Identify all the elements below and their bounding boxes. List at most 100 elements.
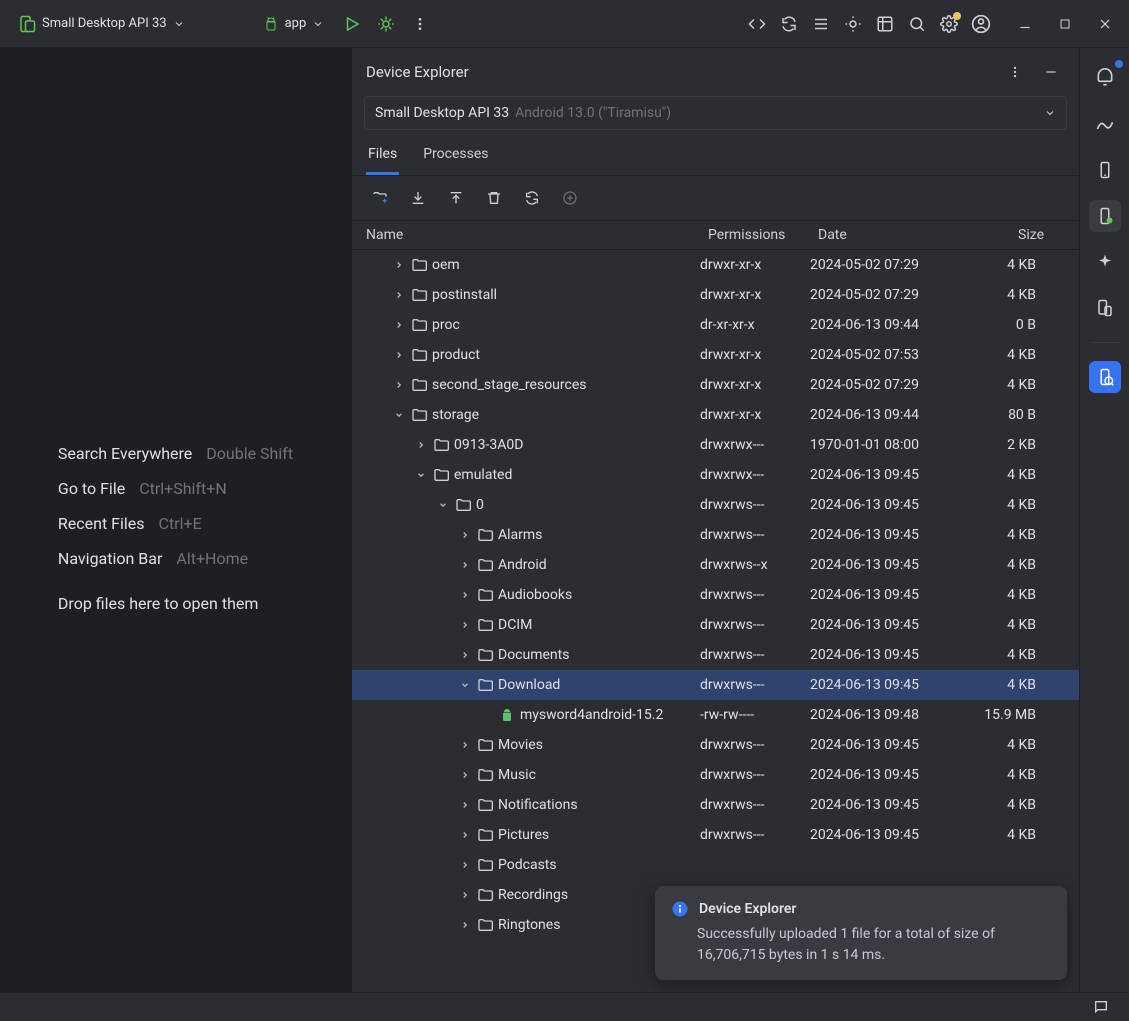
table-row[interactable]: Picturesdrwxrws---2024-06-13 09:454 KB (352, 820, 1079, 850)
table-row[interactable]: Audiobooksdrwxrws---2024-06-13 09:454 KB (352, 580, 1079, 610)
chevron-right-icon[interactable] (458, 560, 472, 570)
chevron-right-icon[interactable] (458, 860, 472, 870)
folder-icon (411, 317, 427, 333)
chevron-right-icon[interactable] (414, 440, 428, 450)
notification-toast[interactable]: Device Explorer Successfully uploaded 1 … (655, 886, 1067, 980)
run-config-selector[interactable]: app (255, 12, 333, 36)
delete-button[interactable] (480, 184, 508, 212)
table-row[interactable]: postinstalldrwxr-xr-x2024-05-02 07:294 K… (352, 280, 1079, 310)
chat-button[interactable] (1087, 993, 1115, 1021)
file-date: 2024-06-13 09:48 (810, 707, 966, 723)
apply-changes-button[interactable] (775, 10, 803, 38)
assistant-button[interactable] (1089, 246, 1121, 278)
maximize-button[interactable] (1051, 10, 1079, 38)
panel-hide-button[interactable] (1037, 58, 1065, 86)
chevron-right-icon[interactable] (458, 650, 472, 660)
file-date: 1970-01-01 08:00 (810, 437, 966, 453)
table-row[interactable]: Musicdrwxrws---2024-06-13 09:454 KB (352, 760, 1079, 790)
table-row[interactable]: oemdrwxr-xr-x2024-05-02 07:294 KB (352, 250, 1079, 280)
table-row[interactable]: Documentsdrwxrws---2024-06-13 09:454 KB (352, 640, 1079, 670)
file-permissions: drwxrws--- (700, 587, 810, 603)
chevron-right-icon[interactable] (392, 380, 406, 390)
chevron-right-icon[interactable] (392, 290, 406, 300)
file-name: Audiobooks (498, 587, 572, 603)
file-size: 4 KB (966, 587, 1052, 603)
chevron-right-icon[interactable] (458, 740, 472, 750)
minimize-button[interactable] (1011, 10, 1039, 38)
new-folder-button[interactable] (366, 184, 394, 212)
table-row[interactable]: procdr-xr-xr-x2024-06-13 09:440 B (352, 310, 1079, 340)
chevron-right-icon[interactable] (458, 890, 472, 900)
table-row[interactable]: DCIMdrwxrws---2024-06-13 09:454 KB (352, 610, 1079, 640)
editor-hint: Go to FileCtrl+Shift+N (58, 479, 293, 498)
sync-button[interactable] (518, 184, 546, 212)
table-row[interactable]: Podcasts (352, 850, 1079, 880)
device-selector[interactable]: Small Desktop API 33 (10, 11, 193, 37)
table-row[interactable]: productdrwxr-xr-x2024-05-02 07:534 KB (352, 340, 1079, 370)
table-row[interactable]: Downloaddrwxrws---2024-06-13 09:454 KB (352, 670, 1079, 700)
file-size: 4 KB (966, 257, 1052, 273)
table-row[interactable]: mysword4android-15.2-rw-rw----2024-06-13… (352, 700, 1079, 730)
table-row[interactable]: 0drwxrws---2024-06-13 09:454 KB (352, 490, 1079, 520)
tab-processes[interactable]: Processes (421, 138, 490, 175)
chevron-right-icon[interactable] (392, 350, 406, 360)
table-row[interactable]: second_stage_resourcesdrwxr-xr-x2024-05-… (352, 370, 1079, 400)
chevron-right-icon[interactable] (458, 830, 472, 840)
running-devices-button[interactable] (1089, 200, 1121, 232)
chevron-right-icon[interactable] (458, 530, 472, 540)
column-header[interactable]: Permissions (708, 227, 818, 243)
profiler-button[interactable] (839, 10, 867, 38)
chevron-down-icon[interactable] (436, 500, 450, 510)
notifications-button[interactable] (1089, 62, 1121, 94)
chevron-down-icon[interactable] (458, 680, 472, 690)
chevron-right-icon[interactable] (392, 260, 406, 270)
attach-debugger-button[interactable] (807, 10, 835, 38)
file-tree[interactable]: oemdrwxr-xr-x2024-05-02 07:294 KBpostins… (352, 250, 1079, 992)
account-button[interactable] (967, 10, 995, 38)
download-button[interactable] (404, 184, 432, 212)
search-button[interactable] (903, 10, 931, 38)
filter-button[interactable] (556, 184, 584, 212)
file-size: 4 KB (966, 737, 1052, 753)
run-button[interactable] (338, 10, 366, 38)
chevron-down-icon[interactable] (392, 410, 406, 420)
panel-options-button[interactable] (1001, 58, 1029, 86)
layout-inspector-button[interactable] (871, 10, 899, 38)
file-permissions: drwxrws--x (700, 557, 810, 573)
hint-shortcut: Alt+Home (176, 549, 248, 568)
chevron-right-icon[interactable] (458, 770, 472, 780)
chevron-down-icon[interactable] (414, 470, 428, 480)
settings-button[interactable] (935, 10, 963, 38)
close-button[interactable] (1091, 10, 1119, 38)
device-dropdown[interactable]: Small Desktop API 33 Android 13.0 ("Tira… (364, 96, 1067, 130)
column-header[interactable]: Date (818, 227, 974, 243)
code-button[interactable] (743, 10, 771, 38)
table-row[interactable]: Moviesdrwxrws---2024-06-13 09:454 KB (352, 730, 1079, 760)
file-permissions: drwxrws--- (700, 767, 810, 783)
device-manager-button[interactable] (1089, 154, 1121, 186)
table-row[interactable]: Alarmsdrwxrws---2024-06-13 09:454 KB (352, 520, 1079, 550)
gradle-button[interactable] (1089, 108, 1121, 140)
chevron-right-icon[interactable] (392, 320, 406, 330)
tab-files[interactable]: Files (366, 138, 399, 175)
upload-button[interactable] (442, 184, 470, 212)
chevron-right-icon[interactable] (458, 920, 472, 930)
file-size: 4 KB (966, 647, 1052, 663)
emulator-button[interactable] (1089, 292, 1121, 324)
table-row[interactable]: Notificationsdrwxrws---2024-06-13 09:454… (352, 790, 1079, 820)
chevron-right-icon[interactable] (458, 800, 472, 810)
column-header[interactable]: Size (974, 227, 1060, 243)
table-row[interactable]: 0913-3A0Ddrwxrwx---1970-01-01 08:002 KB (352, 430, 1079, 460)
more-actions-button[interactable] (406, 10, 434, 38)
folder-icon (477, 767, 493, 783)
device-explorer-button[interactable] (1089, 361, 1121, 393)
debug-button[interactable] (372, 10, 400, 38)
table-row[interactable]: Androiddrwxrws--x2024-06-13 09:454 KB (352, 550, 1079, 580)
chevron-right-icon[interactable] (458, 590, 472, 600)
drop-hint: Drop files here to open them (58, 594, 293, 613)
table-row[interactable]: emulateddrwxrwx---2024-06-13 09:454 KB (352, 460, 1079, 490)
folder-icon (477, 887, 493, 903)
table-row[interactable]: storagedrwxr-xr-x2024-06-13 09:4480 B (352, 400, 1079, 430)
chevron-right-icon[interactable] (458, 620, 472, 630)
column-header[interactable]: Name (360, 227, 708, 243)
